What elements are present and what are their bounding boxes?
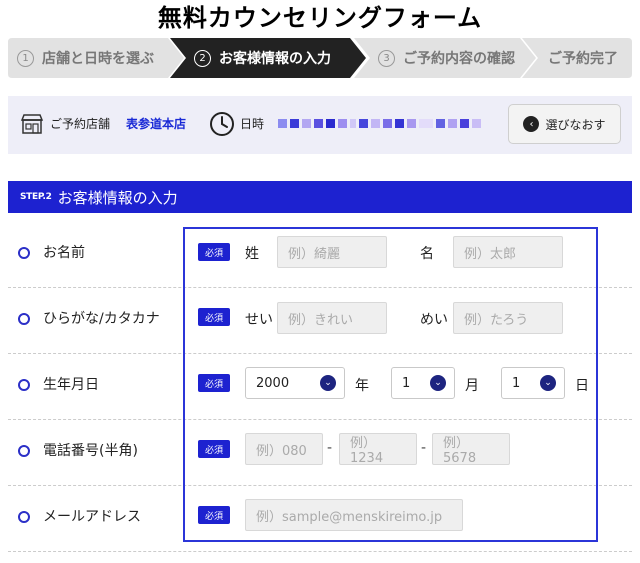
required-badge: 必須 xyxy=(198,243,230,261)
phone-label: 電話番号(半角) xyxy=(43,443,138,459)
bullet-icon xyxy=(18,313,30,325)
clock-icon xyxy=(210,112,234,136)
section-title: お客様情報の入力 xyxy=(57,188,178,207)
phone-dash: - xyxy=(327,440,333,456)
birth-year-value: 2000 xyxy=(256,375,290,391)
phone-part1-input[interactable]: 例）080 xyxy=(245,433,323,465)
chevron-down-icon: ⌄ xyxy=(430,375,446,391)
last-name-prefix: 姓 xyxy=(245,246,259,262)
chevron-left-icon: ‹ xyxy=(523,116,540,132)
phone-dash: - xyxy=(421,440,427,456)
step-4: ご予約完了 xyxy=(522,38,632,78)
bullet-icon xyxy=(18,379,30,391)
birth-year-select[interactable]: 2000 ⌄ xyxy=(245,367,345,399)
store-icon xyxy=(20,114,44,134)
step-3: 3 ご予約内容の確認 xyxy=(354,38,536,78)
store-name: 表参道本店 xyxy=(126,117,187,131)
datetime-value-redacted xyxy=(278,112,481,134)
first-kana-prefix: めい xyxy=(420,312,448,328)
step-1-number: 1 xyxy=(17,49,34,67)
year-suffix: 年 xyxy=(355,378,369,394)
email-label: メールアドレス xyxy=(43,509,141,525)
step-3-label: ご予約内容の確認 xyxy=(403,51,515,67)
phone-part2-input[interactable]: 例）1234 xyxy=(339,433,417,466)
chevron-down-icon: ⌄ xyxy=(320,375,336,391)
reselect-button[interactable]: ‹ 選びなおす xyxy=(508,104,621,144)
reservation-summary: ご予約店舗 表参道本店 日時 ‹ 選びなおす xyxy=(8,96,632,154)
birth-day-select[interactable]: 1 ⌄ xyxy=(501,367,565,399)
store-label: ご予約店舗 xyxy=(50,117,111,131)
day-suffix: 日 xyxy=(575,378,589,394)
step-4-label: ご予約完了 xyxy=(548,51,618,67)
name-label: お名前 xyxy=(43,245,85,261)
step-2: 2 お客様情報の入力 xyxy=(170,38,366,78)
bullet-icon xyxy=(18,445,30,457)
last-kana-input[interactable]: 例）きれい xyxy=(277,302,387,334)
required-badge: 必須 xyxy=(198,374,230,392)
last-kana-prefix: せい xyxy=(245,312,273,328)
first-kana-input[interactable]: 例）たろう xyxy=(453,302,563,334)
required-badge: 必須 xyxy=(198,506,230,524)
kana-label: ひらがな/カタカナ xyxy=(43,311,160,327)
step-1: 1 店舗と日時を選ぶ xyxy=(8,38,184,78)
step-1-label: 店舗と日時を選ぶ xyxy=(42,51,154,67)
bullet-icon xyxy=(18,511,30,523)
step-progress: 1 店舗と日時を選ぶ 2 お客様情報の入力 3 ご予約内容の確認 ご予約完了 xyxy=(8,38,632,78)
birth-month-value: 1 xyxy=(402,375,411,391)
first-name-prefix: 名 xyxy=(420,246,434,262)
birth-month-select[interactable]: 1 ⌄ xyxy=(391,367,455,399)
step-2-label: お客様情報の入力 xyxy=(219,51,331,67)
month-suffix: 月 xyxy=(465,378,479,394)
datetime-label: 日時 xyxy=(240,117,265,131)
chevron-down-icon: ⌄ xyxy=(540,375,556,391)
reselect-button-label: 選びなおす xyxy=(545,117,606,132)
email-input[interactable]: 例）sample@menskireimo.jp xyxy=(245,499,463,531)
step-2-number: 2 xyxy=(194,49,211,67)
birth-day-value: 1 xyxy=(512,375,521,391)
first-name-input[interactable]: 例）太郎 xyxy=(453,236,563,268)
page-title: 無料カウンセリングフォーム xyxy=(157,4,483,32)
bullet-icon xyxy=(18,247,30,259)
last-name-input[interactable]: 例）綺麗 xyxy=(277,236,387,268)
section-header: STEP.2 お客様情報の入力 xyxy=(8,181,632,213)
step-3-number: 3 xyxy=(378,49,395,67)
section-step-number: STEP.2 xyxy=(20,192,52,202)
birthday-label: 生年月日 xyxy=(43,377,99,393)
required-badge: 必須 xyxy=(198,308,230,326)
phone-part3-input[interactable]: 例）5678 xyxy=(432,433,510,466)
required-badge: 必須 xyxy=(198,440,230,458)
